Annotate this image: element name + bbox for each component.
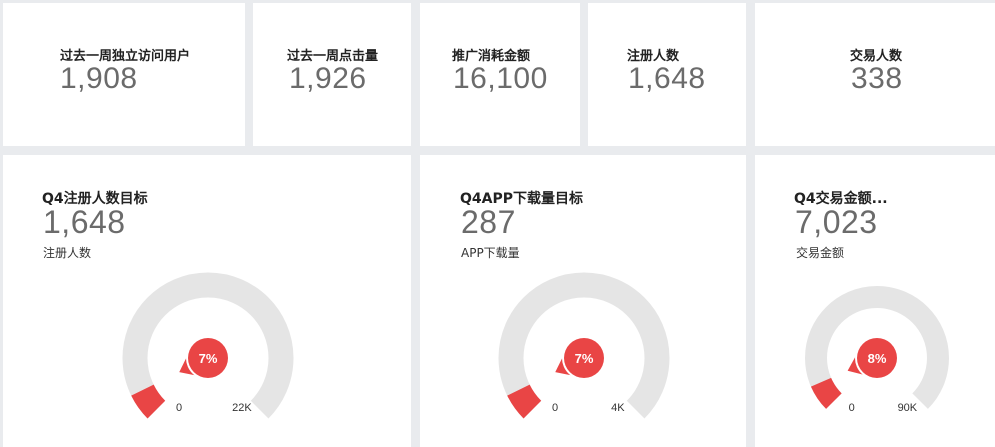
gauge-min-label: 0 — [849, 402, 855, 414]
gauge-chart-transaction-amount: 8% 0 90K — [805, 286, 949, 414]
gauge-progress-arc — [810, 377, 842, 409]
gauge-max-label: 90K — [898, 402, 918, 414]
gauge-percent-label: 8% — [868, 351, 887, 366]
